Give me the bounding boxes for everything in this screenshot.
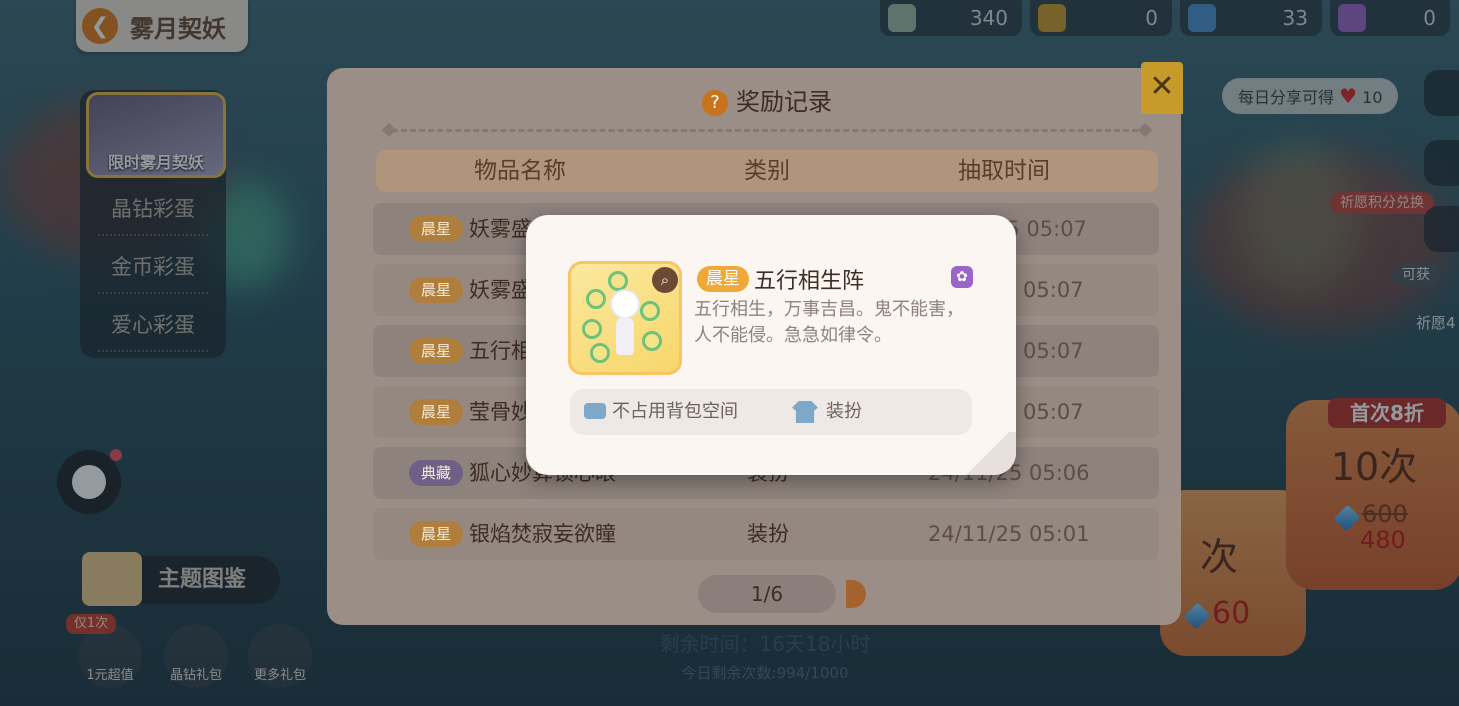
item-description: 五行相生，万事吉昌。鬼不能害，人不能侵。急急如律令。 <box>694 299 964 346</box>
avatar-figure <box>612 291 638 355</box>
info-type-text: 装扮 <box>826 401 862 422</box>
element-ring <box>608 271 628 291</box>
table-row[interactable]: 晨星 银焰焚寂妄欲瞳 装扮 24/11/25 05:01 <box>373 508 1159 560</box>
rarity-tag: 典藏 <box>409 460 463 486</box>
column-header-time: 抽取时间 <box>958 158 1050 184</box>
zoom-icon[interactable]: ⌕ <box>652 267 678 293</box>
help-icon[interactable]: ? <box>702 90 728 116</box>
element-ring <box>582 319 602 339</box>
panel-title: ? 奖励记录 <box>327 82 1207 117</box>
item-name: 妖雾盛 <box>469 278 532 302</box>
item-name: 五行相生阵 <box>754 269 865 294</box>
divider <box>383 129 1147 132</box>
remaining-time: 剩余时间：16天18小时 <box>659 632 871 656</box>
column-header-name: 物品名称 <box>474 158 566 184</box>
today-remaining: 今日剩余次数:994/1000 <box>681 664 849 682</box>
panel-title-text: 奖励记录 <box>736 88 832 116</box>
table-header: 物品名称 类别 抽取时间 <box>376 150 1158 192</box>
item-type: 装扮 <box>747 522 789 546</box>
element-ring <box>590 343 610 363</box>
rarity-tag: 晨星 <box>409 399 463 425</box>
rarity-tag: 晨星 <box>697 266 749 292</box>
bag-icon <box>584 403 606 419</box>
info-bag-text: 不占用背包空间 <box>612 401 738 422</box>
element-ring <box>640 301 660 321</box>
shirt-icon <box>792 401 818 423</box>
rarity-tag: 晨星 <box>409 277 463 303</box>
item-name: 五行相 <box>469 339 532 363</box>
quality-icon: ✿ <box>951 266 973 288</box>
rarity-tag: 晨星 <box>409 521 463 547</box>
element-ring <box>642 331 662 351</box>
item-name: 银焰焚寂妄欲瞳 <box>469 522 616 546</box>
item-name: 莹骨妙 <box>469 400 532 424</box>
item-name: 妖雾盛 <box>469 217 532 241</box>
rarity-tag: 晨星 <box>409 338 463 364</box>
rarity-tag: 晨星 <box>409 216 463 242</box>
item-info-bar: 不占用背包空间 装扮 <box>570 389 972 435</box>
element-ring <box>586 289 606 309</box>
column-header-type: 类别 <box>744 158 790 184</box>
draw-time: 24/11/25 05:01 <box>928 522 1090 546</box>
page-curl-decor <box>960 432 1016 475</box>
page-indicator: 1/6 <box>698 575 836 613</box>
close-button[interactable]: ✕ <box>1141 62 1183 114</box>
